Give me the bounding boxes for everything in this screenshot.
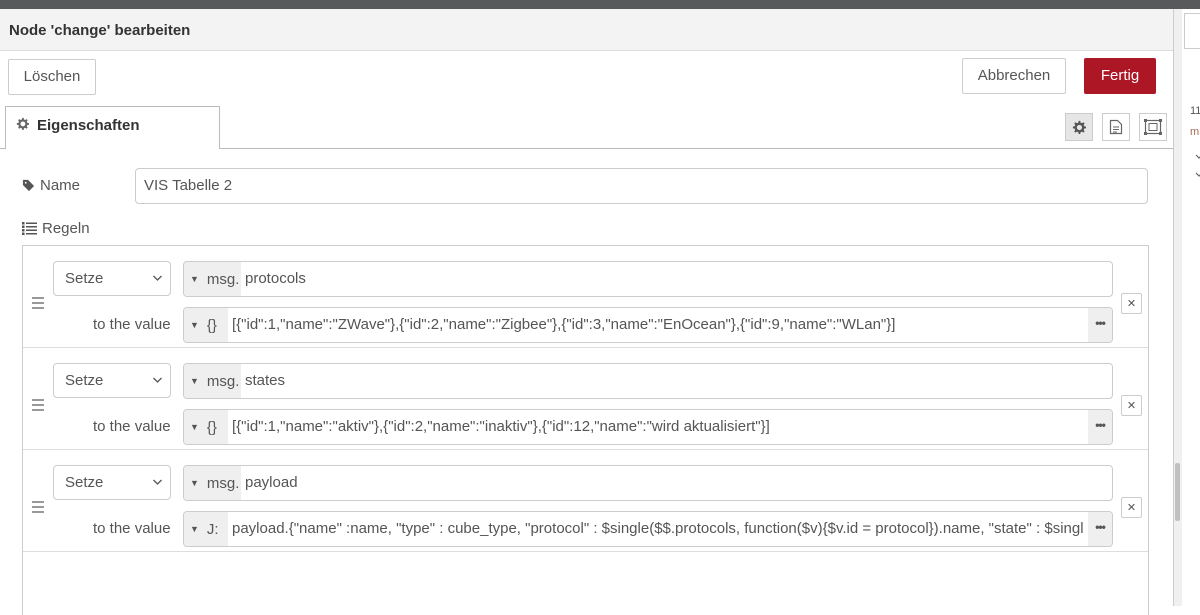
name-input[interactable]: VIS Tabelle 2 bbox=[135, 168, 1148, 204]
gear-icon bbox=[16, 117, 31, 134]
caret-down-icon: ▼ bbox=[190, 320, 199, 330]
name-label-text: Name bbox=[40, 177, 81, 194]
rule-target-input[interactable]: ▼ msg. states bbox=[183, 363, 1113, 399]
window-top-bar bbox=[0, 0, 1200, 9]
dialog-title: Node 'change' bearbeiten bbox=[0, 9, 1173, 51]
appearance-tab-button[interactable] bbox=[1139, 113, 1167, 141]
rule-to-value-label: to the value bbox=[93, 316, 171, 333]
expand-icon[interactable]: ••• bbox=[1088, 410, 1112, 444]
expand-icon[interactable]: ••• bbox=[1088, 512, 1112, 546]
rules-list: Setze ▼ msg. protocols to the value ▼ {}… bbox=[22, 245, 1149, 615]
appearance-icon bbox=[1144, 119, 1162, 135]
expand-icon[interactable]: ••• bbox=[1088, 308, 1112, 342]
rule-target-value: protocols bbox=[245, 270, 306, 287]
rule-target-type-label: msg. bbox=[206, 270, 240, 288]
caret-down-icon: ▼ bbox=[190, 376, 199, 386]
gear-icon bbox=[1072, 120, 1086, 134]
rule-value-input[interactable]: ▼ {} [{"id":1,"name":"ZWave"},{"id":2,"n… bbox=[183, 307, 1113, 343]
rule-action-select[interactable]: Setze bbox=[53, 363, 171, 398]
rule-value-input[interactable]: ▼ {} [{"id":1,"name":"aktiv"},{"id":2,"n… bbox=[183, 409, 1113, 445]
rule-value-type-label: {} bbox=[206, 316, 217, 334]
rule-value-type-select[interactable]: ▼ {} bbox=[184, 410, 228, 444]
rule-value-type-label: J: bbox=[206, 520, 219, 538]
rule-action-value: Setze bbox=[65, 372, 104, 389]
side-panel: 11 m bbox=[1173, 9, 1200, 606]
cancel-button[interactable]: Abbrechen bbox=[962, 58, 1066, 94]
drag-handle-icon[interactable] bbox=[32, 297, 44, 309]
tab-bar: Eigenschaften bbox=[0, 104, 1173, 149]
rule-value-text: payload.{"name" :name, "type" : cube_typ… bbox=[232, 520, 1084, 537]
tag-icon bbox=[22, 179, 35, 192]
rule-value-type-select[interactable]: ▼ {} bbox=[184, 308, 228, 342]
rule-target-input[interactable]: ▼ msg. protocols bbox=[183, 261, 1113, 297]
description-tab-button[interactable] bbox=[1102, 113, 1130, 141]
rule-target-type-select[interactable]: ▼ msg. bbox=[184, 466, 241, 500]
rule-target-value: states bbox=[245, 372, 286, 389]
rule-action-value: Setze bbox=[65, 474, 104, 491]
remove-rule-button[interactable]: ✕ bbox=[1121, 395, 1142, 416]
caret-down-icon: ▼ bbox=[190, 524, 199, 534]
chevron-down-icon bbox=[152, 262, 163, 309]
properties-tab-gear-button[interactable] bbox=[1065, 113, 1093, 141]
chevron-down-icon bbox=[152, 364, 163, 411]
rule-value-input[interactable]: ▼ J: payload.{"name" :name, "type" : cub… bbox=[183, 511, 1113, 547]
rule-item: Setze ▼ msg. protocols to the value ▼ {}… bbox=[23, 246, 1148, 348]
rule-value-type-select[interactable]: ▼ J: bbox=[184, 512, 228, 546]
tab-properties-label: Eigenschaften bbox=[37, 117, 140, 134]
rule-target-value: payload bbox=[245, 474, 298, 491]
chevron-down-icon bbox=[152, 466, 163, 513]
caret-down-icon: ▼ bbox=[190, 478, 199, 488]
list-icon bbox=[22, 222, 37, 235]
dialog-scrollbar[interactable] bbox=[1174, 9, 1182, 606]
rule-to-value-label: to the value bbox=[93, 418, 171, 435]
rule-value-text: [{"id":1,"name":"aktiv"},{"id":2,"name":… bbox=[232, 418, 770, 435]
caret-down-icon: ▼ bbox=[190, 422, 199, 432]
name-label: Name bbox=[22, 177, 80, 194]
rule-target-type-label: msg. bbox=[206, 474, 240, 492]
rule-value-type-label: {} bbox=[206, 418, 217, 436]
sidebar-tab[interactable] bbox=[1184, 13, 1200, 49]
done-button[interactable]: Fertig bbox=[1084, 58, 1156, 94]
caret-down-icon: ▼ bbox=[190, 274, 199, 284]
scrollbar-thumb[interactable] bbox=[1175, 463, 1180, 521]
rule-target-input[interactable]: ▼ msg. payload bbox=[183, 465, 1113, 501]
close-icon: ✕ bbox=[1126, 298, 1137, 310]
side-text-1: 11 bbox=[1190, 105, 1200, 117]
rules-label: Regeln bbox=[22, 220, 90, 237]
description-icon bbox=[1109, 119, 1123, 135]
rule-item: Setze ▼ msg. states to the value ▼ {} [{… bbox=[23, 348, 1148, 450]
drag-handle-icon[interactable] bbox=[32, 399, 44, 411]
close-icon: ✕ bbox=[1126, 502, 1137, 514]
edit-dialog: Node 'change' bearbeiten Löschen Abbrech… bbox=[0, 9, 1173, 615]
close-icon: ✕ bbox=[1126, 400, 1137, 412]
remove-rule-button[interactable]: ✕ bbox=[1121, 293, 1142, 314]
rule-item: Setze ▼ msg. payload to the value ▼ J: p… bbox=[23, 450, 1148, 552]
delete-button[interactable]: Löschen bbox=[8, 59, 96, 95]
rule-target-type-select[interactable]: ▼ msg. bbox=[184, 262, 241, 296]
tab-properties[interactable]: Eigenschaften bbox=[5, 106, 220, 149]
rule-action-value: Setze bbox=[65, 270, 104, 287]
rule-action-select[interactable]: Setze bbox=[53, 261, 171, 296]
rule-target-type-select[interactable]: ▼ msg. bbox=[184, 364, 241, 398]
rules-label-text: Regeln bbox=[42, 220, 90, 237]
side-text-2: m bbox=[1190, 126, 1200, 138]
remove-rule-button[interactable]: ✕ bbox=[1121, 497, 1142, 518]
rule-target-type-label: msg. bbox=[206, 372, 240, 390]
rule-value-text: [{"id":1,"name":"ZWave"},{"id":2,"name":… bbox=[232, 316, 896, 333]
rule-to-value-label: to the value bbox=[93, 520, 171, 537]
drag-handle-icon[interactable] bbox=[32, 501, 44, 513]
rule-action-select[interactable]: Setze bbox=[53, 465, 171, 500]
side-chevron-icon[interactable] bbox=[1195, 151, 1200, 184]
